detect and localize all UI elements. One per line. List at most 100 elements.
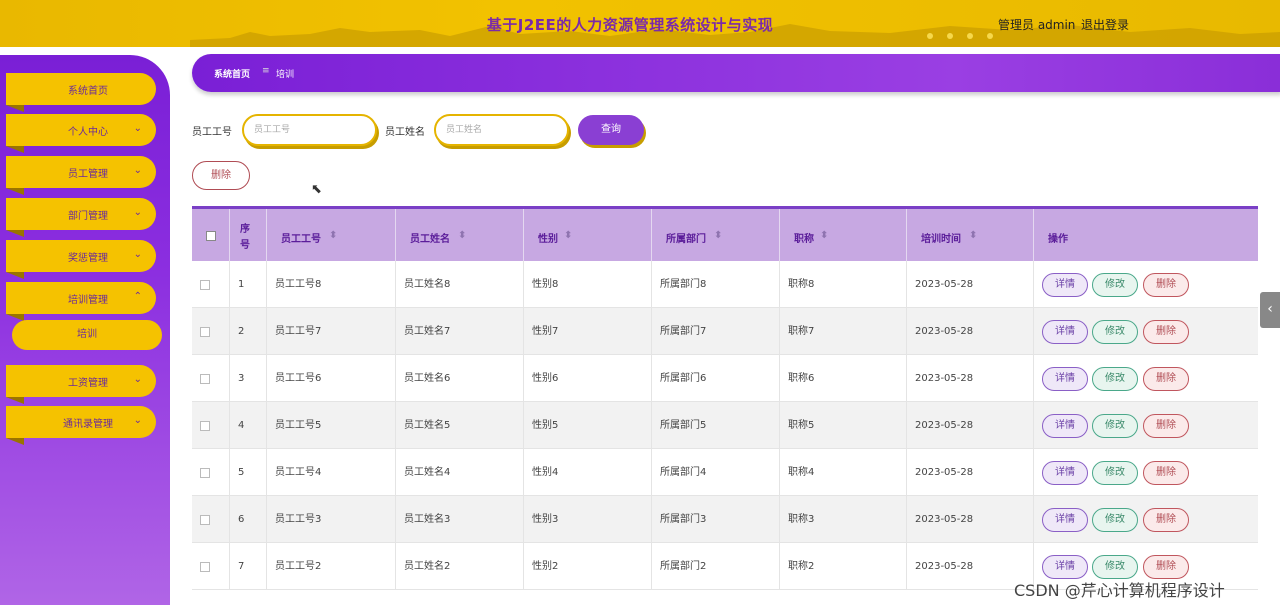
edit-button[interactable]: 修改 [1092, 461, 1138, 485]
row-checkbox[interactable] [200, 515, 210, 525]
detail-button[interactable]: 详情 [1042, 320, 1088, 344]
row-gender: 性别2 [524, 543, 652, 590]
row-emp-id: 员工工号5 [267, 402, 396, 449]
col-header-title[interactable]: 职称 ⬍ [780, 209, 907, 261]
row-emp-name: 员工姓名5 [396, 402, 524, 449]
sidebar-item-home[interactable]: 系统首页 [6, 73, 156, 112]
row-title: 职称4 [780, 449, 907, 496]
row-select-cell [192, 496, 230, 543]
row-no: 5 [230, 449, 267, 496]
col-header-emp-name[interactable]: 员工姓名 ⬍ [396, 209, 524, 261]
top-header: 基于J2EE的人力资源管理系统设计与实现 管理员 admin 退出登录 [0, 0, 1280, 47]
row-gender: 性别4 [524, 449, 652, 496]
breadcrumb: 系统首页 ≡ 培训 [192, 54, 1280, 92]
edit-button[interactable]: 修改 [1092, 367, 1138, 391]
chevron-down-icon: ⌄ [133, 207, 142, 218]
logout-link[interactable]: 退出登录 [1081, 16, 1129, 33]
chevron-down-icon: ⌄ [133, 123, 142, 134]
col-header-no: 序号 [230, 209, 267, 261]
row-emp-id: 员工工号3 [267, 496, 396, 543]
emp-name-label: 员工姓名 [385, 127, 425, 138]
row-checkbox[interactable] [200, 562, 210, 572]
sort-icon: ⬍ [458, 230, 467, 241]
emp-name-input[interactable]: 员工姓名 [434, 114, 569, 146]
row-no: 6 [230, 496, 267, 543]
row-no: 7 [230, 543, 267, 590]
delete-button[interactable]: 删除 [1143, 273, 1189, 297]
delete-button[interactable]: 删除 [1143, 461, 1189, 485]
sort-icon: ⬍ [820, 230, 829, 241]
edit-button[interactable]: 修改 [1092, 320, 1138, 344]
row-gender: 性别5 [524, 402, 652, 449]
delete-button[interactable]: 删除 [1143, 555, 1189, 579]
edit-button[interactable]: 修改 [1092, 555, 1138, 579]
col-header-gender[interactable]: 性别 ⬍ [524, 209, 652, 261]
row-training-date: 2023-05-28 [907, 261, 1034, 308]
row-checkbox[interactable] [200, 468, 210, 478]
sidebar-item-contacts-management[interactable]: 通讯录管理 ⌄ [6, 406, 156, 445]
row-select-cell [192, 355, 230, 402]
edit-button[interactable]: 修改 [1092, 508, 1138, 532]
sidebar-item-label: 系统首页 [68, 86, 108, 97]
row-checkbox[interactable] [200, 374, 210, 384]
col-header-dept[interactable]: 所属部门 ⬍ [652, 209, 780, 261]
breadcrumb-current: 培训 [276, 70, 295, 80]
query-button[interactable]: 查询 [578, 115, 644, 145]
row-dept: 所属部门8 [652, 261, 780, 308]
row-title: 职称6 [780, 355, 907, 402]
row-checkbox[interactable] [200, 421, 210, 431]
detail-button[interactable]: 详情 [1042, 367, 1088, 391]
batch-delete-button[interactable]: 删除 [192, 161, 250, 190]
sidebar-item-reward-punishment[interactable]: 奖惩管理 ⌄ [6, 240, 156, 279]
col-header-emp-id[interactable]: 员工工号 ⬍ [267, 209, 396, 261]
delete-button[interactable]: 删除 [1143, 367, 1189, 391]
sidebar-item-training-management[interactable]: 培训管理 ⌃ [6, 282, 156, 321]
emp-id-input[interactable]: 员工工号 [242, 114, 377, 146]
sort-icon: ⬍ [564, 230, 573, 241]
detail-button[interactable]: 详情 [1042, 508, 1088, 532]
sidebar-item-personal-center[interactable]: 个人中心 ⌄ [6, 114, 156, 153]
row-emp-name: 员工姓名7 [396, 308, 524, 355]
detail-button[interactable]: 详情 [1042, 555, 1088, 579]
row-training-date: 2023-05-28 [907, 402, 1034, 449]
sidebar-item-employee-management[interactable]: 员工管理 ⌄ [6, 156, 156, 195]
select-all-checkbox[interactable] [206, 231, 216, 241]
breadcrumb-home[interactable]: 系统首页 [214, 67, 250, 80]
table-row: 1 员工工号8 员工姓名8 性别8 所属部门8 职称8 2023-05-28 详情 修改 删除 [192, 261, 1258, 308]
sidebar-item-salary-management[interactable]: 工资管理 ⌄ [6, 365, 156, 404]
detail-button[interactable]: 详情 [1042, 414, 1088, 438]
watermark: CSDN @芹心计算机程序设计 [1014, 581, 1225, 600]
delete-button[interactable]: 删除 [1143, 508, 1189, 532]
detail-button[interactable]: 详情 [1042, 273, 1088, 297]
sidebar-item-label: 部门管理 [68, 211, 108, 222]
emp-id-label: 员工工号 [192, 127, 232, 138]
sidebar-item-label: 工资管理 [68, 378, 108, 389]
col-header-date[interactable]: 培训时间 ⬍ [907, 209, 1034, 261]
chevron-up-icon: ⌃ [133, 291, 142, 302]
delete-button[interactable]: 删除 [1143, 414, 1189, 438]
row-training-date: 2023-05-28 [907, 496, 1034, 543]
row-emp-name: 员工姓名6 [396, 355, 524, 402]
collapse-handle-icon[interactable]: ‹ [1260, 292, 1280, 328]
row-checkbox[interactable] [200, 280, 210, 290]
sidebar-subitem-training[interactable]: 培训 [12, 320, 162, 350]
edit-button[interactable]: 修改 [1092, 273, 1138, 297]
row-dept: 所属部门5 [652, 402, 780, 449]
delete-button[interactable]: 删除 [1143, 320, 1189, 344]
select-all-cell [192, 209, 230, 261]
edit-button[interactable]: 修改 [1092, 414, 1138, 438]
sidebar-item-department-management[interactable]: 部门管理 ⌄ [6, 198, 156, 237]
row-gender: 性别6 [524, 355, 652, 402]
sidebar-item-label: 通讯录管理 [63, 419, 113, 430]
detail-button[interactable]: 详情 [1042, 461, 1088, 485]
row-emp-name: 员工姓名2 [396, 543, 524, 590]
row-checkbox[interactable] [200, 327, 210, 337]
row-emp-name: 员工姓名4 [396, 449, 524, 496]
row-emp-name: 员工姓名3 [396, 496, 524, 543]
chevron-down-icon: ⌄ [133, 374, 142, 385]
row-emp-id: 员工工号7 [267, 308, 396, 355]
table-row: 3 员工工号6 员工姓名6 性别6 所属部门6 职称6 2023-05-28 详情 修改 删除 [192, 355, 1258, 402]
sort-icon: ⬍ [329, 230, 338, 241]
row-select-cell [192, 543, 230, 590]
sidebar-item-label: 员工管理 [68, 169, 108, 180]
